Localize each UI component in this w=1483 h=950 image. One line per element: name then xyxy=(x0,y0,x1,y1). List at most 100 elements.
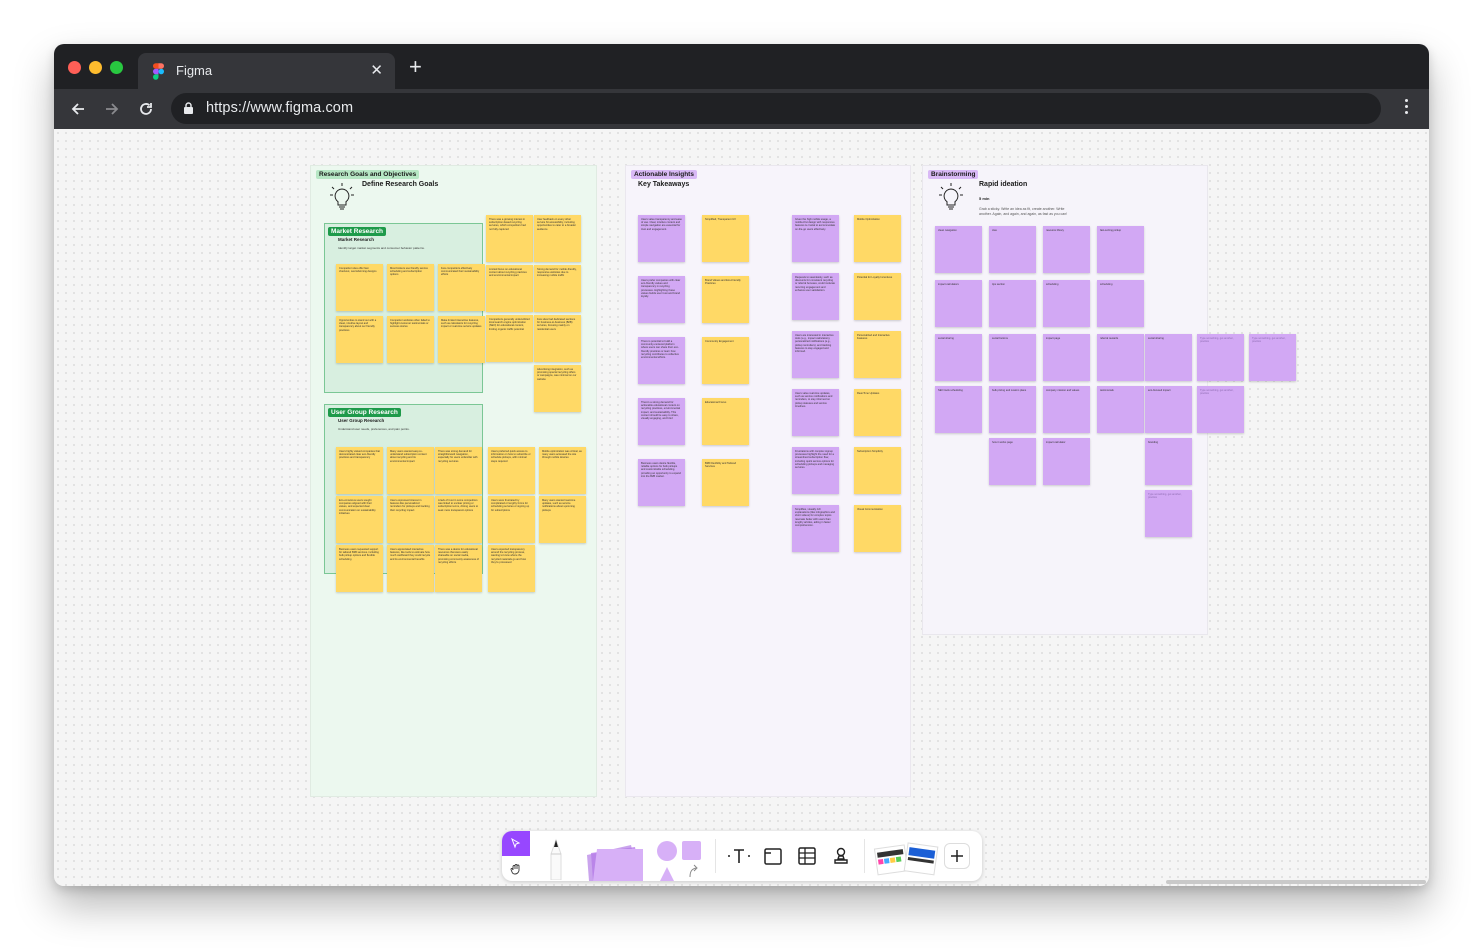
sticky-note[interactable]: Brand Values and Eco-Friendly Practices xyxy=(702,276,749,323)
sticky-note[interactable]: Competitor websites often failed to high… xyxy=(387,316,434,363)
sticky-note[interactable]: There's a strong demand for actionable e… xyxy=(638,398,685,445)
sticky-note[interactable]: Visual Communication xyxy=(854,505,901,552)
forward-icon[interactable] xyxy=(100,97,124,121)
pen-icon[interactable] xyxy=(544,837,568,881)
sticky-note[interactable]: Many users wanted real-time updates, suc… xyxy=(539,496,586,543)
plus-icon[interactable] xyxy=(944,843,970,869)
sticky-note[interactable]: branding xyxy=(1145,438,1192,485)
sticky-note[interactable]: Users highly valued companies that demon… xyxy=(336,447,383,494)
sticky-note[interactable]: Users preferred quick access to informat… xyxy=(488,447,535,494)
templates-icon[interactable] xyxy=(872,839,940,879)
sticky-note[interactable]: social sharing xyxy=(935,334,982,381)
table-icon[interactable] xyxy=(796,845,818,867)
sticky-note[interactable]: Competitors generally underutilized loca… xyxy=(486,315,533,362)
sticky-note[interactable]: Users expected transparency around the r… xyxy=(488,545,535,592)
cursor-icon[interactable] xyxy=(502,831,530,856)
close-tab-icon[interactable]: ✕ xyxy=(370,61,383,79)
sticky-note[interactable]: Users value transparency and ease of use… xyxy=(638,215,685,262)
sticky-note[interactable]: testimonials xyxy=(1097,386,1144,433)
sticky-note[interactable]: Simplifies, visually rich explanations (… xyxy=(792,505,839,552)
sticky-note[interactable]: Subscription Simplicity xyxy=(854,447,901,494)
sticky-note[interactable]: Few sites had dedicated sections for bus… xyxy=(534,315,581,362)
new-tab-button[interactable]: + xyxy=(409,56,422,78)
sticky-note[interactable]: Given the high mobile usage, a mobile-fi… xyxy=(792,215,839,262)
sticky-note[interactable]: Frustrations with complex signup process… xyxy=(792,447,839,494)
sticky-note[interactable]: Limited focus on educational content abo… xyxy=(486,265,533,312)
sticky-note[interactable]: There is potential to build a community-… xyxy=(638,337,685,384)
menu-icon[interactable] xyxy=(1405,99,1409,117)
sticky-note[interactable]: There was a desire for educational resou… xyxy=(435,545,482,592)
sticky-note[interactable]: Strong demand for mobile-friendly, respo… xyxy=(534,265,581,312)
stamp-icon[interactable] xyxy=(830,845,852,867)
sticky-note[interactable]: resource library xyxy=(1043,226,1090,273)
shape-icon[interactable] xyxy=(652,839,704,881)
sticky-note[interactable]: Real-Time Updates xyxy=(854,389,901,436)
sticky-note[interactable]: Educational Focus xyxy=(702,398,749,445)
sticky-note[interactable]: scheduling xyxy=(1043,280,1090,327)
sticky-note[interactable]: Personalized and Interactive Features xyxy=(854,331,901,378)
sticky-note[interactable]: Potential for Loyalty Incentives xyxy=(854,273,901,320)
sticky-note[interactable]: ctas xyxy=(989,226,1036,273)
sticky-note[interactable]: Competitor sites offer fast checkout, ov… xyxy=(336,264,383,311)
sticky-note[interactable]: Make limited interactive features, such … xyxy=(438,316,485,363)
horizontal-scrollbar[interactable] xyxy=(1166,880,1426,884)
sticky-note[interactable]: fast-sorting pickup xyxy=(1097,226,1144,273)
sticky-note[interactable]: social buttons xyxy=(989,334,1036,381)
sticky-note[interactable]: Users were frustrated by complicated or … xyxy=(488,496,535,543)
sticky-note[interactable]: Users value real-time updates, such as s… xyxy=(792,389,839,436)
browser-tab[interactable]: Figma ✕ xyxy=(138,53,395,89)
sticky-note[interactable]: Type something, get another, practice xyxy=(1145,490,1192,537)
sticky-note[interactable]: eco-focused impact xyxy=(1145,386,1192,433)
sticky-note[interactable]: Eco-conscious users sought companies ali… xyxy=(336,496,383,543)
sticky-note[interactable]: There was a growing interest in subscrip… xyxy=(486,215,533,262)
sticky-note[interactable]: B2B Flexibility and Tailored Services xyxy=(702,459,749,506)
reload-icon[interactable] xyxy=(134,97,158,121)
sticky-note[interactable]: Business users requested support for tai… xyxy=(336,545,383,592)
sticky-note[interactable]: scheduling xyxy=(1097,280,1144,327)
hand-icon[interactable] xyxy=(502,856,530,881)
sticky-note[interactable]: Type something, get another, practice xyxy=(1197,386,1244,433)
sticky-note[interactable]: clean navigation xyxy=(935,226,982,273)
sticky-note[interactable]: Users are interested in interactive tool… xyxy=(792,331,839,378)
sticky-note[interactable]: company mission and values xyxy=(1043,386,1090,433)
back-icon[interactable] xyxy=(66,97,90,121)
close-window-button[interactable] xyxy=(68,61,81,74)
section-icon[interactable] xyxy=(762,845,784,867)
sticky-note[interactable]: Simplified, Transparent UX xyxy=(702,215,749,262)
sticky-icon[interactable] xyxy=(582,839,648,881)
sticky-note[interactable]: Type something, get another, practice xyxy=(1249,334,1296,381)
sticky-note[interactable]: Opportunities to stand out with a clean,… xyxy=(336,316,383,363)
sticky-note[interactable]: Mobile Optimization xyxy=(854,215,901,262)
minimize-window-button[interactable] xyxy=(89,61,102,74)
sticky-note[interactable]: impact calculators xyxy=(935,280,982,327)
sticky-note[interactable]: Business users desire flexible, reliable… xyxy=(638,459,685,506)
sticky-note[interactable]: A lack of trust in some competitors was … xyxy=(435,496,482,543)
sticky-note[interactable]: social sharing xyxy=(1145,334,1192,381)
sticky-note[interactable]: Type something, get another, practice xyxy=(1197,334,1244,381)
sticky-note[interactable]: referral rewards xyxy=(1097,334,1144,381)
sticky-note[interactable]: how it works page xyxy=(989,438,1036,485)
text-icon[interactable] xyxy=(726,845,752,867)
sticky-note[interactable]: Users expressed interest in features lik… xyxy=(387,496,434,543)
sticky-note[interactable]: Many users wanted easy-to-understand sub… xyxy=(387,447,434,494)
sticky-note[interactable]: impact calculator xyxy=(1043,438,1090,485)
sticky-note[interactable]: Mobile optimization was critical, as man… xyxy=(539,447,586,494)
sticky-note[interactable]: tips section xyxy=(989,280,1036,327)
insights-section[interactable]: Actionable Insights Key Takeaways Users … xyxy=(625,165,911,797)
address-bar[interactable]: https://www.figma.com xyxy=(171,93,1381,124)
research-section[interactable]: Research Goals and Objectives Define Res… xyxy=(310,165,597,797)
figjam-canvas[interactable]: Research Goals and Objectives Define Res… xyxy=(54,129,1429,886)
sticky-note[interactable]: impact page xyxy=(1043,334,1090,381)
sticky-note[interactable]: Requests to seamlessly, such as discount… xyxy=(792,273,839,320)
sticky-note[interactable]: Advertising integration, such as promoti… xyxy=(534,365,581,412)
sticky-note[interactable]: Most brokers use friendly service schedu… xyxy=(387,264,434,311)
sticky-note[interactable]: Few competitors effectively communicated… xyxy=(438,264,485,311)
sticky-note[interactable]: Community Engagement xyxy=(702,337,749,384)
sticky-note[interactable]: User feedback on every other service hit… xyxy=(534,215,581,262)
sticky-note[interactable]: There was strong demand for straightforw… xyxy=(435,447,482,494)
sticky-note[interactable]: SEO tools scheduling xyxy=(935,386,982,433)
sticky-note[interactable]: bulk pricing and custom plans xyxy=(989,386,1036,433)
sticky-note[interactable]: Users appreciated interactive features, … xyxy=(387,545,434,592)
maximize-window-button[interactable] xyxy=(110,61,123,74)
sticky-note[interactable]: Users prefer companies with clear eco-fr… xyxy=(638,276,685,323)
